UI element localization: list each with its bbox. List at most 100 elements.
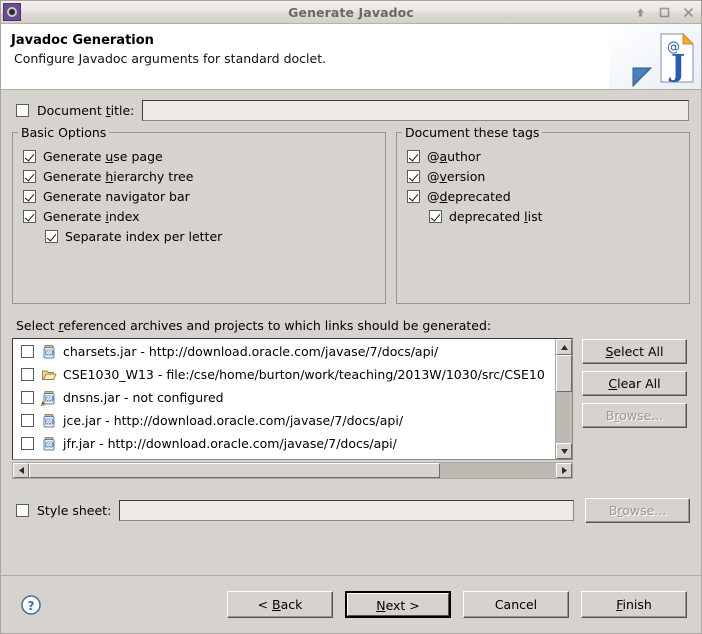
deprecated-list-label: deprecated list [449,209,543,224]
archives-label: Select referenced archives and projects … [16,318,492,333]
basic-options-group: Basic Options Generate use page Generate… [12,125,386,304]
folder-icon [41,367,57,383]
option-tag-deprecated[interactable]: @deprecated [407,189,679,204]
browse-style-sheet-button: Browse... [585,498,690,523]
generate-hierarchy-tree-label: Generate hierarchy tree [43,169,194,184]
archive-text: charsets.jar - http://download.oracle.co… [63,344,439,359]
jar-warning-icon: 010 [40,390,57,406]
option-generate-hierarchy-tree[interactable]: Generate hierarchy tree [23,169,375,184]
browse-archives-button: Browse... [582,403,687,428]
list-item[interactable]: 010 charsets.jar - http://download.oracl… [13,340,555,363]
maximize-icon[interactable] [658,6,671,19]
generate-use-page-label: Generate use page [43,149,163,164]
archive-checkbox[interactable] [21,391,34,404]
javadoc-app-icon [3,3,21,21]
scroll-right-icon[interactable] [556,463,572,478]
tag-version-label: @version [427,169,486,184]
svg-text:010: 010 [46,442,54,447]
archive-checkbox[interactable] [21,414,34,427]
list-item[interactable]: CSE1030_W13 - file:/cse/home/burton/work… [13,363,555,386]
clear-all-button[interactable]: Clear All [582,371,687,396]
finish-button[interactable]: Finish [581,591,687,618]
tag-author-checkbox[interactable] [407,150,420,163]
scroll-up-icon[interactable] [556,339,572,355]
svg-text:010: 010 [46,396,54,401]
svg-text:010: 010 [46,350,54,355]
document-title-input[interactable] [142,100,689,121]
tag-deprecated-checkbox[interactable] [407,190,420,203]
option-generate-use-page[interactable]: Generate use page [23,149,375,164]
archive-text: dnsns.jar - not configured [63,390,224,405]
tag-version-checkbox[interactable] [407,170,420,183]
option-tag-version[interactable]: @version [407,169,679,184]
jar-icon: 010 [41,344,57,360]
archive-checkbox[interactable] [21,437,34,450]
document-tags-group: Document these tags @author @version @de… [396,125,690,304]
generate-navigator-bar-checkbox[interactable] [23,190,36,203]
style-sheet-checkbox[interactable] [16,504,29,517]
deprecated-list-checkbox[interactable] [429,210,442,223]
option-generate-navigator-bar[interactable]: Generate navigator bar [23,189,375,204]
window-title: Generate Javadoc [288,4,414,20]
archive-text: jce.jar - http://download.oracle.com/jav… [63,413,404,428]
dialog-footer: ? < Back Next > Cancel Finish [1,575,701,633]
archive-text: CSE1030_W13 - file:/cse/home/burton/work… [63,367,545,382]
document-title-row: Document title: [16,100,690,121]
archive-text: jfr.jar - http://download.oracle.com/jav… [63,436,397,451]
archives-side-buttons: Select All Clear All Browse... [582,338,687,428]
footer-buttons: < Back Next > Cancel Finish [227,591,687,618]
tag-deprecated-label: @deprecated [427,189,511,204]
dialog-body: Document title: Basic Options Generate u… [1,90,701,575]
next-button[interactable]: Next > [345,591,451,618]
basic-options-legend: Basic Options [18,125,110,140]
archives-list[interactable]: 010 charsets.jar - http://download.oracl… [13,339,555,459]
separate-index-per-letter-checkbox[interactable] [45,230,58,243]
generate-navigator-bar-label: Generate navigator bar [43,189,190,204]
horizontal-scroll-thumb[interactable] [29,463,441,478]
vertical-scroll-thumb[interactable] [556,355,572,392]
jar-icon: 010 [41,436,57,452]
scroll-down-icon[interactable] [556,443,572,459]
archives-listbox-wrap: 010 charsets.jar - http://download.oracl… [12,338,573,479]
list-item[interactable]: 010 jfr.jar - http://download.oracle.com… [13,432,555,455]
archive-checkbox[interactable] [21,345,34,358]
archives-horizontal-scrollbar[interactable] [12,462,573,479]
document-title-label: Document title: [37,103,135,118]
option-deprecated-list[interactable]: deprecated list [429,209,679,224]
back-button[interactable]: < Back [227,591,333,618]
option-tag-author[interactable]: @author [407,149,679,164]
javadoc-page-icon: @ J [609,24,701,89]
style-sheet-label: Style sheet: [37,503,112,518]
minimize-icon[interactable] [634,6,647,19]
jar-icon: 010 [41,413,57,429]
options-groups: Basic Options Generate use page Generate… [12,125,690,304]
generate-javadoc-dialog: Generate Javadoc Javadoc Generation Conf… [0,0,702,634]
archives-listbox[interactable]: 010 charsets.jar - http://download.oracl… [12,338,573,460]
page-title: Javadoc Generation [11,33,154,48]
generate-use-page-checkbox[interactable] [23,150,36,163]
document-title-checkbox[interactable] [16,104,29,117]
window-controls [634,6,695,19]
svg-text:?: ? [28,599,35,613]
dialog-header: Javadoc Generation Configure Javadoc arg… [1,24,701,90]
select-all-button[interactable]: Select All [582,339,687,364]
scroll-left-icon[interactable] [13,463,29,478]
archive-checkbox[interactable] [21,368,34,381]
close-icon[interactable] [682,6,695,19]
generate-hierarchy-tree-checkbox[interactable] [23,170,36,183]
help-icon[interactable]: ? [20,594,42,616]
title-bar: Generate Javadoc [1,1,701,24]
cancel-button[interactable]: Cancel [463,591,569,618]
separate-index-per-letter-label: Separate index per letter [65,229,223,244]
option-generate-index[interactable]: Generate index [23,209,375,224]
archives-vertical-scrollbar[interactable] [555,339,572,459]
generate-index-checkbox[interactable] [23,210,36,223]
vertical-scroll-track[interactable] [556,355,572,443]
list-item[interactable]: 010 dnsns.jar - not configured [13,386,555,409]
option-separate-index-per-letter[interactable]: Separate index per letter [45,229,375,244]
style-sheet-input[interactable] [119,500,574,521]
document-tags-legend: Document these tags [402,125,543,140]
page-description: Configure Javadoc arguments for standard… [14,51,327,66]
list-item[interactable]: 010 jce.jar - http://download.oracle.com… [13,409,555,432]
horizontal-scroll-track[interactable] [29,463,556,478]
